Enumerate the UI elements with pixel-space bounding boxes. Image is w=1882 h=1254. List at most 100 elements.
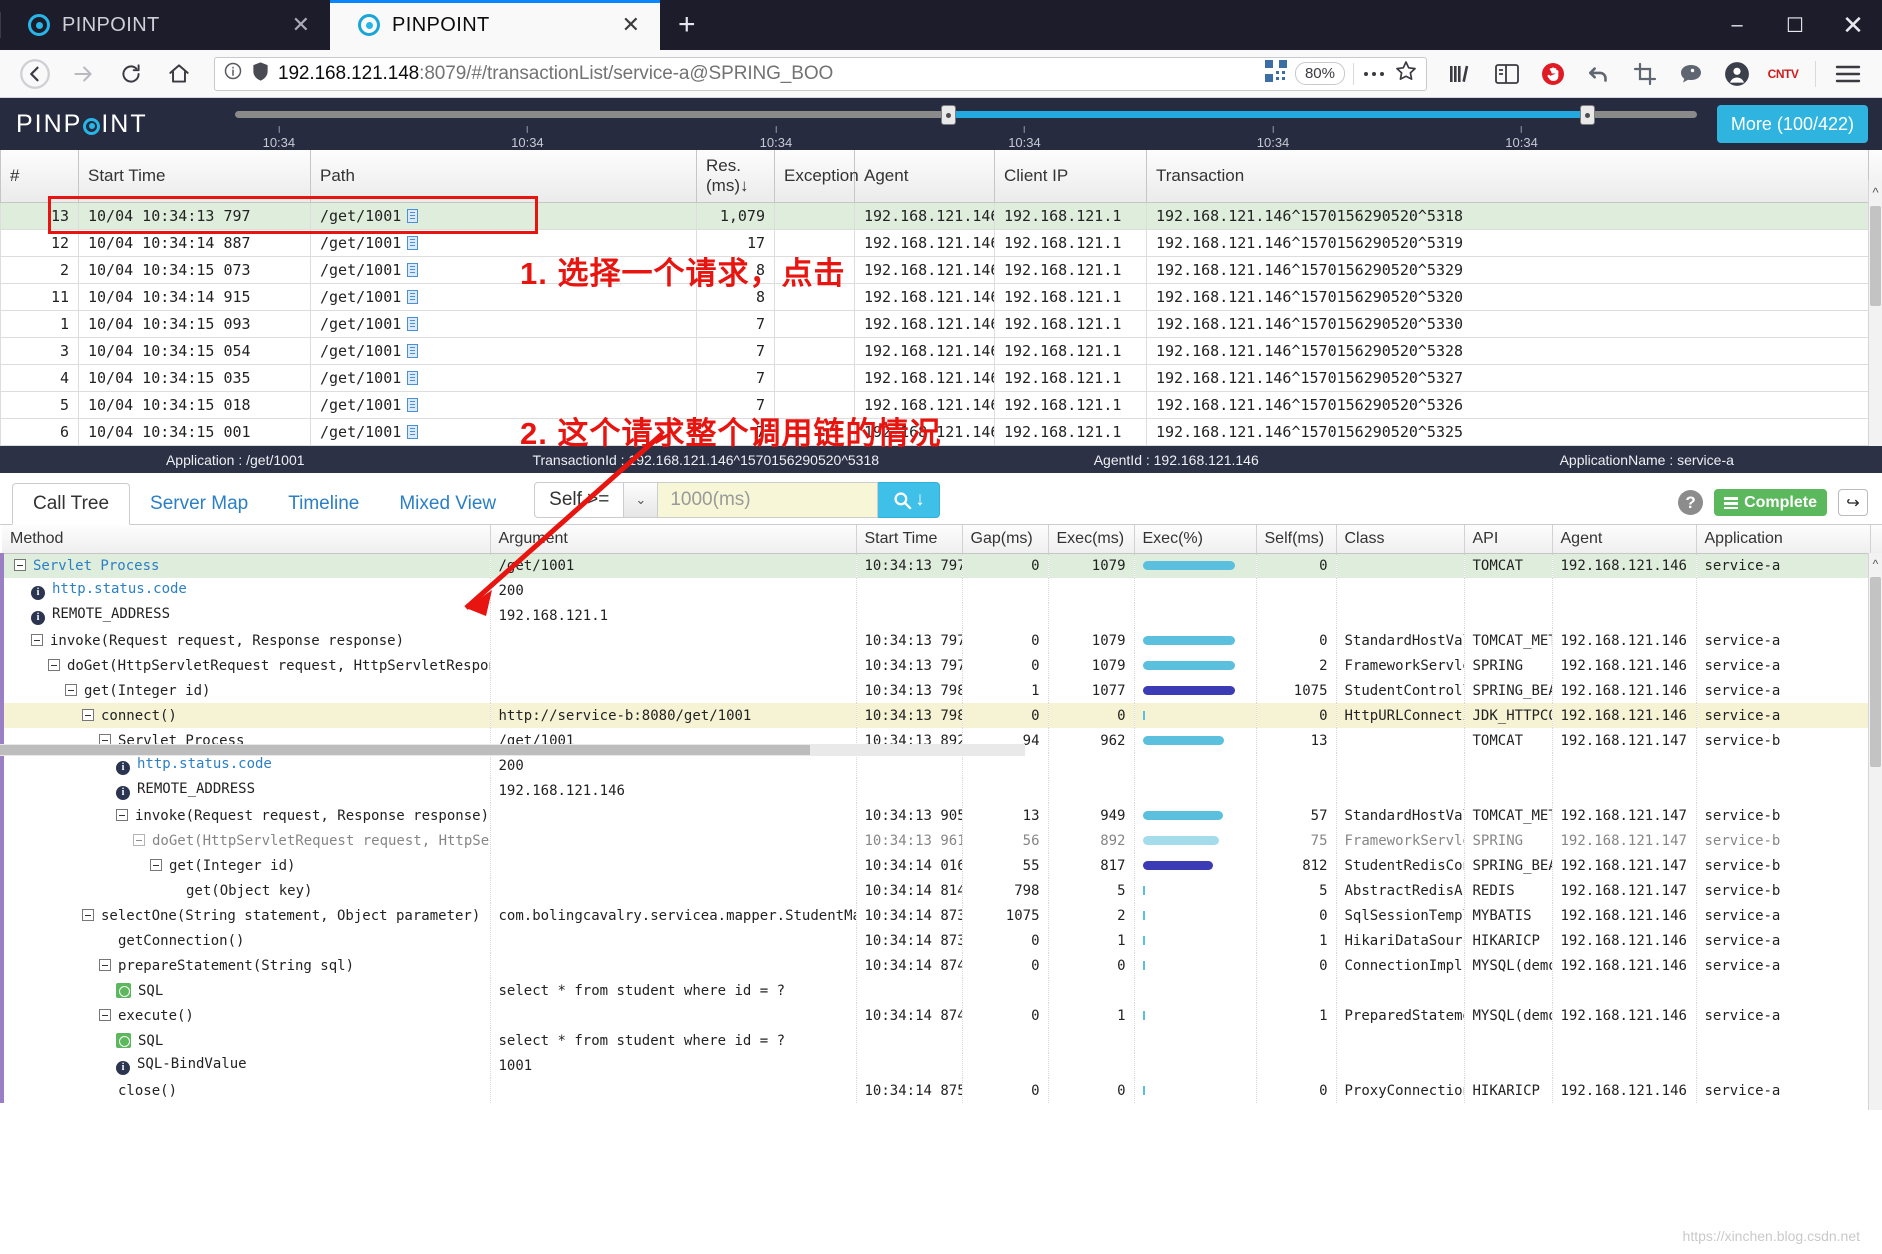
- call-tree-row[interactable]: SQL select * from student where id = ?: [0, 1028, 1882, 1053]
- menu-icon[interactable]: [1826, 54, 1870, 94]
- col-argument[interactable]: Argument: [490, 525, 857, 554]
- vscrollbar-thumb[interactable]: [1870, 577, 1881, 767]
- filter-select[interactable]: Self >= ⌄: [534, 482, 659, 518]
- call-tree-row[interactable]: SQL select * from student where id = ?: [0, 978, 1882, 1003]
- maximize-button[interactable]: ☐: [1766, 0, 1824, 50]
- col-client-ip[interactable]: Client IP: [994, 150, 1147, 203]
- call-tree-row[interactable]: selectOne(String statement, Object param…: [0, 903, 1882, 928]
- table-row[interactable]: 13 10/04 10:34:13 797/get/1001 1,079 192.16…: [0, 202, 1882, 230]
- call-tree-row[interactable]: i http.status.code 200: [0, 753, 1882, 778]
- expand-collapse-icon[interactable]: [99, 1008, 111, 1021]
- table-row[interactable]: 4 10/04 10:34:15 035/get/1001 7 192.168.121…: [0, 364, 1882, 392]
- screenshot-crop-icon[interactable]: [1623, 54, 1667, 94]
- minimize-button[interactable]: –: [1708, 0, 1766, 50]
- col-api[interactable]: API: [1464, 525, 1553, 554]
- scrollbar-thumb[interactable]: [1870, 206, 1881, 306]
- zoom-level-badge[interactable]: 80%: [1294, 62, 1345, 85]
- expand-collapse-icon[interactable]: [99, 958, 111, 971]
- scroll-up-icon[interactable]: ^: [1869, 553, 1882, 575]
- col-path[interactable]: Path: [310, 150, 697, 203]
- chat-icon[interactable]: [1669, 54, 1713, 94]
- expand-collapse-icon[interactable]: [14, 558, 26, 571]
- table-row[interactable]: 1 10/04 10:34:15 093/get/1001 7 192.168.121…: [0, 310, 1882, 338]
- tab-call-tree[interactable]: Call Tree: [12, 483, 131, 525]
- call-tree-row[interactable]: invoke(Request request, Response respons…: [0, 628, 1882, 653]
- call-tree-row[interactable]: get(Integer id) 10:34:13 798 1 1077 1075 Stud…: [0, 678, 1882, 703]
- transaction-detail-icon[interactable]: [407, 263, 419, 277]
- expand-collapse-icon[interactable]: [150, 858, 162, 871]
- col-self-ms[interactable]: Self(ms): [1256, 525, 1337, 554]
- expand-collapse-icon[interactable]: [133, 833, 145, 846]
- pinpoint-logo[interactable]: PINP INT: [16, 110, 148, 139]
- cntv-icon[interactable]: CNTV: [1761, 54, 1805, 94]
- page-actions-icon[interactable]: [1362, 65, 1386, 83]
- col-num[interactable]: #: [0, 150, 79, 203]
- col-exec-pct[interactable]: Exec(%): [1134, 525, 1257, 554]
- time-range-slider[interactable]: 10:34 10:34 10:34 10:34 10:34 10:34: [235, 104, 1697, 150]
- back-icon[interactable]: [12, 54, 58, 94]
- table-row[interactable]: 3 10/04 10:34:15 054/get/1001 7 192.168.121…: [0, 337, 1882, 365]
- col-agent[interactable]: Agent: [854, 150, 995, 203]
- help-icon[interactable]: ?: [1678, 490, 1704, 515]
- col-gap-ms[interactable]: Gap(ms): [962, 525, 1049, 554]
- url-bar[interactable]: 192.168.121.148:8079/#/transactionList/s…: [214, 56, 1427, 91]
- table-row[interactable]: 11 10/04 10:34:14 915/get/1001 8 192.168.12…: [0, 283, 1882, 311]
- filter-search-button[interactable]: ↓: [878, 482, 941, 518]
- call-tree-horizontal-scrollbar[interactable]: [0, 744, 1025, 756]
- tab-timeline[interactable]: Timeline: [268, 484, 379, 524]
- col-start-time[interactable]: Start Time: [856, 525, 963, 554]
- call-tree-row[interactable]: get(Integer id) 10:34:14 016 55 817 812 Stude…: [0, 853, 1882, 878]
- tracking-shield-icon[interactable]: [251, 61, 270, 87]
- col-class[interactable]: Class: [1336, 525, 1465, 554]
- transaction-detail-icon[interactable]: [407, 236, 419, 250]
- expand-collapse-icon[interactable]: [82, 708, 94, 721]
- table-row[interactable]: 12 10/04 10:34:14 887/get/1001 17 192.168.1…: [0, 229, 1882, 257]
- new-tab-button[interactable]: +: [660, 0, 714, 50]
- more-transactions-button[interactable]: More (100/422): [1716, 105, 1868, 143]
- call-tree-row[interactable]: i SQL-BindValue 1001: [0, 1053, 1882, 1078]
- col-application[interactable]: Application: [1696, 525, 1871, 554]
- complete-status-badge[interactable]: Complete: [1714, 489, 1827, 516]
- col-method[interactable]: Method: [2, 525, 491, 554]
- call-tree-row[interactable]: getConnection() 10:34:14 873 0 1 1 HikariData…: [0, 928, 1882, 953]
- col-transaction[interactable]: Transaction: [1146, 150, 1869, 203]
- close-window-button[interactable]: ✕: [1824, 0, 1882, 50]
- call-tree-row[interactable]: doGet(HttpServletRequest request, HttpSe…: [0, 653, 1882, 678]
- scroll-up-icon[interactable]: ^: [1869, 180, 1882, 204]
- browser-tab-1[interactable]: PINPOINT ✕: [0, 0, 330, 50]
- call-tree-row[interactable]: i REMOTE_ADDRESS 192.168.121.1: [0, 603, 1882, 628]
- transaction-detail-icon[interactable]: [407, 317, 419, 331]
- expand-collapse-icon[interactable]: [116, 808, 128, 821]
- call-tree-row[interactable]: doGet(HttpServletRequest request, HttpSe…: [0, 828, 1882, 853]
- bookmark-star-icon[interactable]: [1394, 59, 1418, 88]
- col-exception[interactable]: Exception: [774, 150, 859, 203]
- page-info-icon[interactable]: [223, 61, 243, 86]
- expand-collapse-icon[interactable]: [65, 683, 77, 696]
- close-tab-icon[interactable]: ✕: [286, 12, 316, 38]
- call-tree-row[interactable]: close() 10:34:14 875 0 0 0 ProxyConnection HIK…: [0, 1078, 1882, 1103]
- call-tree-vertical-scrollbar[interactable]: ^: [1868, 553, 1882, 1110]
- expand-collapse-icon[interactable]: [31, 633, 43, 646]
- reload-icon[interactable]: [108, 54, 154, 94]
- open-external-button[interactable]: ↪: [1838, 489, 1868, 516]
- call-tree-row[interactable]: invoke(Request request, Response respons…: [0, 803, 1882, 828]
- filter-threshold-input[interactable]: 1000(ms): [658, 482, 879, 518]
- table-row[interactable]: 6 10/04 10:34:15 001/get/1001 7 192.168.121…: [0, 418, 1882, 446]
- chevron-down-icon[interactable]: ⌄: [623, 483, 658, 517]
- col-agent[interactable]: Agent: [1552, 525, 1697, 554]
- library-icon[interactable]: [1439, 54, 1483, 94]
- sidebar-icon[interactable]: [1485, 54, 1529, 94]
- tab-mixed-view[interactable]: Mixed View: [379, 484, 516, 524]
- tab-server-map[interactable]: Server Map: [130, 484, 268, 524]
- slider-handle-right[interactable]: [1580, 105, 1596, 125]
- account-icon[interactable]: [1715, 54, 1759, 94]
- transaction-detail-icon[interactable]: [407, 398, 419, 412]
- close-tab-icon[interactable]: ✕: [616, 12, 646, 38]
- table-row[interactable]: 2 10/04 10:34:15 073/get/1001 8 192.168.121…: [0, 256, 1882, 284]
- col-start-time[interactable]: Start Time: [78, 150, 311, 203]
- undo-icon[interactable]: [1577, 54, 1621, 94]
- transaction-detail-icon[interactable]: [407, 371, 419, 385]
- call-tree-row[interactable]: i REMOTE_ADDRESS 192.168.121.146: [0, 778, 1882, 803]
- adblock-icon[interactable]: [1531, 54, 1575, 94]
- expand-collapse-icon[interactable]: [82, 908, 94, 921]
